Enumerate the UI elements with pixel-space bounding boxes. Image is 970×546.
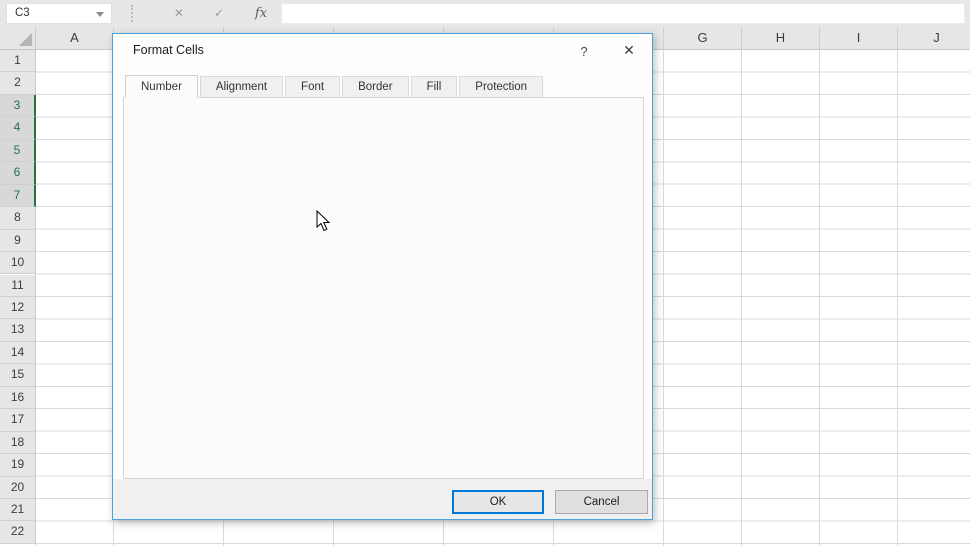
dialog-tab[interactable]: Alignment [200,76,283,97]
confirm-entry-icon[interactable]: ✓ [206,3,232,24]
formula-bar: C3 ✕ ✓ fx [0,0,970,27]
tab-page-frame [123,97,644,479]
row-header-8[interactable]: 8 [0,207,36,229]
row-header-19[interactable]: 19 [0,454,36,476]
dialog-tab[interactable]: Fill [411,76,458,97]
row-header-7[interactable]: 7 [0,185,36,207]
column-header-H[interactable]: H [742,27,820,50]
dialog-help-button[interactable]: ? [573,41,595,61]
column-header-G[interactable]: G [664,27,742,50]
column-header-A[interactable]: A [36,27,114,50]
name-box-value: C3 [15,7,30,19]
column-header-J[interactable]: J [898,27,970,50]
row-header-3[interactable]: 3 [0,95,36,117]
insert-function-icon[interactable]: fx [248,3,274,24]
column-header-I[interactable]: I [820,27,898,50]
row-header-14[interactable]: 14 [0,342,36,364]
grid-vertical-line [741,50,742,546]
row-header-22[interactable]: 22 [0,521,36,543]
row-header-12[interactable]: 12 [0,297,36,319]
select-all-corner[interactable] [0,27,36,50]
row-header-6[interactable]: 6 [0,162,36,184]
dialog-close-button[interactable]: ✕ [616,40,642,61]
row-header-15[interactable]: 15 [0,364,36,386]
formula-bar-separator [131,5,133,22]
grid-vertical-line [897,50,898,546]
row-header-11[interactable]: 11 [0,275,36,297]
row-header-21[interactable]: 21 [0,499,36,521]
row-header-16[interactable]: 16 [0,387,36,409]
row-header-20[interactable]: 20 [0,477,36,499]
select-all-triangle-icon [19,33,32,46]
grid-vertical-line [819,50,820,546]
dialog-tab[interactable]: Protection [459,76,543,97]
row-header-5[interactable]: 5 [0,140,36,162]
dialog-tab[interactable]: Border [342,76,409,97]
row-header-13[interactable]: 13 [0,319,36,341]
dialog-tab[interactable]: Font [285,76,340,97]
name-box[interactable]: C3 [6,3,112,24]
row-header-4[interactable]: 4 [0,117,36,139]
dialog-tab-strip: NumberAlignmentFontBorderFillProtection [125,75,545,98]
row-header-1[interactable]: 1 [0,50,36,72]
row-header-9[interactable]: 9 [0,230,36,252]
row-header-10[interactable]: 10 [0,252,36,274]
format-cells-dialog: Format Cells ? ✕ NumberAlignmentFontBord… [112,33,653,520]
grid-vertical-line [663,50,664,546]
mouse-cursor-icon [316,210,332,232]
formula-input[interactable] [281,3,965,24]
dialog-footer: OK Cancel [113,479,652,519]
dialog-title: Format Cells [133,43,204,57]
row-header-17[interactable]: 17 [0,409,36,431]
cancel-entry-icon[interactable]: ✕ [166,3,192,24]
row-header-2[interactable]: 2 [0,72,36,94]
name-box-dropdown-icon[interactable] [96,12,104,17]
row-header-18[interactable]: 18 [0,432,36,454]
ok-button[interactable]: OK [452,490,544,514]
dialog-tab[interactable]: Number [125,75,198,98]
cancel-button[interactable]: Cancel [555,490,648,514]
